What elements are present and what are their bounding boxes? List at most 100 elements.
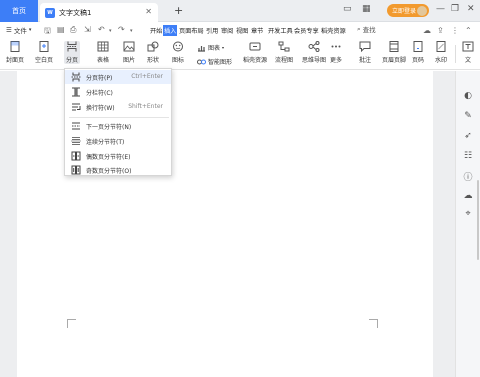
style-icon[interactable]: ◐ bbox=[463, 91, 473, 101]
location-pin-icon[interactable]: ⌖ bbox=[463, 209, 473, 219]
cover-page-button[interactable]: 封面页 bbox=[6, 41, 24, 64]
menu-item-label: 分页符(P) bbox=[86, 75, 113, 82]
menu-item-continuous-section[interactable]: 连续分节符(T) bbox=[65, 134, 171, 148]
cloud-sync-icon[interactable]: ☁ bbox=[423, 26, 431, 35]
tab-references[interactable]: 引用 bbox=[205, 25, 219, 36]
save-icon[interactable]: 🖫 bbox=[44, 25, 51, 39]
blank-page-icon bbox=[39, 41, 49, 52]
menu-item-label: 换行符(W) bbox=[86, 105, 115, 112]
menu-item-label: 连续分节符(T) bbox=[86, 139, 125, 146]
toolbar-label: 更多 bbox=[330, 57, 343, 64]
login-label: 立即登录 bbox=[392, 8, 417, 15]
login-button[interactable]: 立即登录 bbox=[387, 4, 429, 17]
minimize-icon[interactable]: — bbox=[436, 4, 445, 14]
tab-developer[interactable]: 开发工具 bbox=[267, 25, 294, 36]
menu-item-next-page-section[interactable]: 下一页分节符(N) bbox=[65, 119, 171, 133]
new-tab-button[interactable]: + bbox=[174, 4, 183, 17]
shortcut-label: Ctrl+Enter bbox=[131, 73, 163, 80]
comment-button[interactable]: 批注 bbox=[359, 41, 371, 64]
menu-item-line-break[interactable]: 换行符(W) Shift+Enter bbox=[65, 100, 171, 114]
toolbar-label: 空白页 bbox=[35, 57, 54, 64]
tab-docer-resources[interactable]: 稻壳资源 bbox=[320, 25, 347, 36]
info-icon[interactable]: ⓘ bbox=[463, 171, 473, 183]
share-icon[interactable]: ⇪ bbox=[437, 26, 444, 35]
quick-access-dropdown-icon[interactable]: ▾ bbox=[130, 28, 133, 34]
toolbar-label: 页码 bbox=[412, 57, 425, 64]
margin-corner-marker bbox=[67, 319, 76, 328]
collapse-ribbon-icon[interactable]: ⌃ bbox=[465, 26, 472, 35]
shortcut-label: Shift+Enter bbox=[128, 103, 163, 110]
tab-view[interactable]: 视图 bbox=[235, 25, 249, 36]
select-cursor-icon[interactable]: ➶ bbox=[463, 131, 473, 141]
toolbar-label: 图片 bbox=[123, 57, 136, 64]
home-tab[interactable]: 首页 bbox=[0, 0, 38, 22]
picture-button[interactable]: 图片 bbox=[123, 41, 135, 64]
menu-item-odd-page-section[interactable]: 奇数页分节符(O) bbox=[65, 163, 171, 177]
blank-page-button[interactable]: 空白页 bbox=[35, 41, 53, 64]
tab-chapter[interactable]: 章节 bbox=[250, 25, 264, 36]
smart-art-button[interactable]: 智能图形 bbox=[197, 57, 232, 66]
table-icon bbox=[97, 41, 109, 52]
cover-page-icon bbox=[10, 41, 20, 52]
docer-resources-button[interactable]: 稻壳资源 bbox=[243, 41, 267, 64]
menu-item-even-page-section[interactable]: 偶数页分节符(E) bbox=[65, 149, 171, 163]
text-box-button[interactable]: 文 bbox=[462, 41, 474, 64]
docer-resources-icon bbox=[249, 42, 261, 51]
continuous-section-icon bbox=[71, 137, 81, 145]
search-label: 查找 bbox=[362, 26, 376, 34]
toolbar-label: 水印 bbox=[435, 57, 448, 64]
print-icon[interactable]: ⎙ bbox=[70, 25, 76, 35]
toolbar-label: 批注 bbox=[359, 57, 372, 64]
margin-corner-marker bbox=[369, 319, 378, 328]
page-break-icon bbox=[71, 72, 81, 82]
toolbar-label: 表格 bbox=[97, 57, 110, 64]
more-button[interactable]: 更多 bbox=[330, 41, 342, 64]
window-layout-icon[interactable]: ▭ bbox=[343, 4, 352, 14]
search-button[interactable]: ⌕ 查找 bbox=[357, 24, 376, 35]
open-folder-icon[interactable]: ▤ bbox=[57, 25, 65, 34]
header-footer-button[interactable]: 页眉页脚 bbox=[382, 41, 406, 64]
redo-icon[interactable]: ↷ bbox=[118, 25, 125, 34]
line-break-icon bbox=[72, 103, 81, 111]
adjust-settings-icon[interactable]: ☷ bbox=[463, 151, 473, 161]
tab-insert[interactable]: 插入 bbox=[163, 25, 178, 36]
page-number-icon bbox=[413, 41, 423, 52]
toolbar-label: 思维导图 bbox=[302, 57, 327, 64]
menu-item-page-break[interactable]: 分页符(P) Ctrl+Enter bbox=[65, 70, 171, 84]
title-bar: 首页 W 文字文稿1 ✕ + ▭ ▦ 立即登录 — ❐ ✕ bbox=[0, 0, 480, 22]
ribbon-toolbar: 封面页 空白页 分页 表格 图片 形状 图标 图表 ▾ 智能图形 稻壳资源 流程… bbox=[0, 39, 480, 70]
chevron-down-icon: ▾ bbox=[28, 27, 32, 33]
vertical-scrollbar[interactable] bbox=[477, 180, 479, 260]
toolbar-label: 封面页 bbox=[6, 57, 25, 64]
close-tab-icon[interactable]: ✕ bbox=[145, 7, 152, 16]
page-break-button[interactable]: 分页 bbox=[64, 41, 81, 64]
close-window-icon[interactable]: ✕ bbox=[467, 4, 475, 14]
tab-start[interactable]: 开始 bbox=[149, 25, 163, 36]
tile-windows-icon[interactable]: ▦ bbox=[362, 4, 371, 14]
edit-pen-icon[interactable]: ✎ bbox=[463, 111, 473, 121]
tab-member[interactable]: 会员专享 bbox=[293, 25, 320, 36]
mind-map-button[interactable]: 思维导图 bbox=[302, 41, 326, 64]
toolbar-label: 图标 bbox=[172, 57, 185, 64]
undo-dropdown-icon[interactable]: ▾ bbox=[109, 28, 112, 34]
search-icon: ⌕ bbox=[357, 24, 361, 33]
tab-review[interactable]: 审阅 bbox=[220, 25, 234, 36]
document-tab[interactable]: W 文字文稿1 ✕ bbox=[40, 3, 158, 22]
watermark-button[interactable]: 水印 bbox=[435, 41, 447, 64]
picture-icon bbox=[123, 41, 135, 52]
smart-art-icon bbox=[197, 59, 206, 64]
table-button[interactable]: 表格 bbox=[97, 41, 109, 64]
export-icon[interactable]: ⇲ bbox=[84, 25, 91, 34]
more-options-icon[interactable]: ⋮ bbox=[451, 26, 459, 35]
cloud-backup-icon[interactable]: ☁ bbox=[463, 191, 473, 201]
flowchart-button[interactable]: 流程图 bbox=[275, 41, 293, 64]
chart-button[interactable]: 图表 ▾ bbox=[197, 43, 224, 52]
undo-icon[interactable]: ↶ bbox=[98, 25, 105, 34]
file-menu[interactable]: ☰ 文件 ▾ bbox=[6, 25, 31, 35]
shape-button[interactable]: 形状 bbox=[147, 41, 159, 64]
icon-button[interactable]: 图标 bbox=[172, 41, 184, 64]
maximize-icon[interactable]: ❐ bbox=[451, 4, 459, 14]
tab-page-layout[interactable]: 页面布局 bbox=[178, 25, 205, 36]
page-number-button[interactable]: 页码 bbox=[412, 41, 424, 64]
menu-item-column-break[interactable]: 分栏符(C) bbox=[65, 85, 171, 99]
